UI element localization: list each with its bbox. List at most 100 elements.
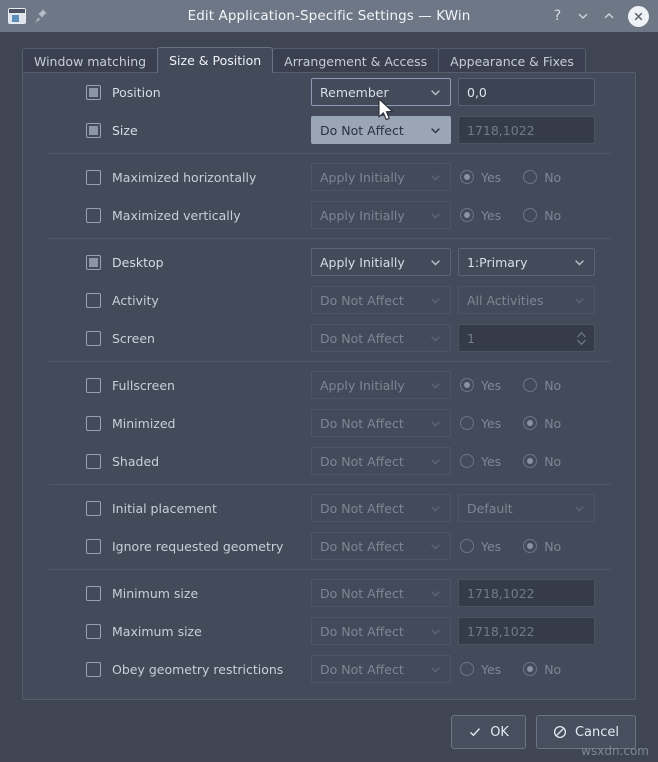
radio-yes-label: Yes (481, 539, 501, 554)
spinbox-arrows-icon[interactable] (575, 330, 588, 347)
rule-policy-combo-value: Apply Initially (320, 378, 429, 393)
rule-policy-combo-value: Do Not Affect (320, 416, 429, 431)
checkbox-activity[interactable] (86, 293, 101, 308)
chevron-down-icon (429, 379, 442, 392)
chevron-down-icon (429, 587, 442, 600)
value-input[interactable]: 1718,1022 (458, 579, 595, 607)
rule-policy-combo[interactable]: Do Not Affect (311, 447, 451, 475)
rule-policy-combo[interactable]: Do Not Affect (311, 116, 451, 144)
radio-yes-label: Yes (481, 416, 501, 431)
radio-yes[interactable]: Yes (460, 662, 501, 677)
checkbox-position[interactable] (86, 85, 101, 100)
value-input[interactable]: 1718,1022 (458, 116, 595, 144)
tab-bar[interactable]: Window matchingSize & PositionArrangemen… (22, 47, 585, 73)
chevron-down-icon (429, 256, 442, 269)
rule-policy-combo[interactable]: Do Not Affect (311, 579, 451, 607)
checkbox-obey-geometry-restrictions[interactable] (86, 662, 101, 677)
chevron-down-icon (429, 455, 442, 468)
checkbox-maximized-horizontally[interactable] (86, 170, 101, 185)
radio-no-indicator (523, 539, 537, 553)
block-icon (553, 725, 567, 739)
tab-window-matching[interactable]: Window matching (22, 48, 158, 73)
setting-row: Obey geometry restrictions Do Not Affect Y… (23, 650, 637, 688)
dialog-footer: OK Cancel (0, 712, 658, 752)
value-combo[interactable]: All Activities (458, 286, 595, 314)
rule-policy-combo[interactable]: Do Not Affect (311, 286, 451, 314)
radio-yes-indicator (460, 378, 474, 392)
checkbox-fullscreen[interactable] (86, 378, 101, 393)
value-combo[interactable]: Default (458, 494, 595, 522)
radio-yes[interactable]: Yes (460, 454, 501, 469)
chevron-down-icon[interactable] (576, 9, 591, 23)
setting-row-label: Position (112, 85, 161, 100)
value-spinbox[interactable]: 1 (458, 324, 595, 352)
rule-policy-combo[interactable]: Do Not Affect (311, 617, 451, 645)
tab-appearance-fixes[interactable]: Appearance & Fixes (438, 48, 586, 73)
rule-policy-combo[interactable]: Apply Initially (311, 163, 451, 191)
pin-icon[interactable] (34, 8, 48, 24)
radio-no[interactable]: No (523, 539, 561, 554)
tab-size-position[interactable]: Size & Position (157, 47, 273, 73)
rule-policy-combo[interactable]: Do Not Affect (311, 494, 451, 522)
radio-yes[interactable]: Yes (460, 170, 501, 185)
checkbox-initial-placement[interactable] (86, 501, 101, 516)
rule-policy-combo[interactable]: Do Not Affect (311, 655, 451, 683)
ok-button[interactable]: OK (451, 715, 526, 749)
rule-policy-combo[interactable]: Remember (311, 78, 451, 106)
setting-row: Ignore requested geometryDo Not AffectYe… (23, 527, 637, 565)
checkbox-minimum-size[interactable] (86, 586, 101, 601)
checkbox-shaded[interactable] (86, 454, 101, 469)
radio-no[interactable]: No (523, 378, 561, 393)
checkbox-screen[interactable] (86, 331, 101, 346)
rule-policy-combo[interactable]: Apply Initially (311, 248, 451, 276)
setting-row-label: Maximized horizontally (112, 170, 256, 185)
radio-yes[interactable]: Yes (460, 208, 501, 223)
radio-no[interactable]: No (523, 662, 561, 677)
setting-row-label: Obey geometry restrictions (112, 662, 283, 677)
help-icon[interactable]: ? (550, 9, 565, 23)
checkbox-desktop[interactable] (86, 255, 101, 270)
value-combo-text: Default (467, 501, 573, 516)
radio-yes[interactable]: Yes (460, 416, 501, 431)
radio-no[interactable]: No (523, 454, 561, 469)
value-combo[interactable]: 1:Primary (458, 248, 595, 276)
radio-no[interactable]: No (523, 208, 561, 223)
close-icon[interactable] (628, 6, 649, 27)
yes-no-radio-group: Yes No (460, 170, 561, 185)
cancel-button-label: Cancel (575, 725, 619, 740)
chevron-down-icon (429, 502, 442, 515)
rule-policy-combo[interactable]: Do Not Affect (311, 532, 451, 560)
chevron-down-icon (429, 209, 442, 222)
tab-arrangement-access[interactable]: Arrangement & Access (272, 48, 439, 73)
rule-policy-combo[interactable]: Apply Initially (311, 371, 451, 399)
value-input[interactable]: 0,0 (458, 78, 595, 106)
radio-yes-indicator (460, 539, 474, 553)
setting-row: MinimizedDo Not AffectYesNo (23, 404, 637, 442)
rule-policy-combo-value: Apply Initially (320, 170, 429, 185)
radio-yes-label: Yes (481, 662, 501, 677)
rule-policy-combo[interactable]: Do Not Affect (311, 409, 451, 437)
title-bar[interactable]: Edit Application-Specific Settings — KWi… (0, 0, 658, 32)
chevron-up-icon[interactable] (602, 9, 617, 23)
setting-row: Maximum size Do Not Affect1718,1022 (23, 612, 637, 650)
setting-row-label: Maximum size (112, 624, 202, 639)
setting-row: Maximized horizontally Apply Initially Yes… (23, 158, 637, 196)
checkbox-minimized[interactable] (86, 416, 101, 431)
yes-no-radio-group: Yes No (460, 378, 561, 393)
setting-row: Position Remember0,0 (23, 73, 637, 111)
value-input[interactable]: 1718,1022 (458, 617, 595, 645)
ok-button-label: OK (490, 725, 509, 740)
radio-no[interactable]: No (523, 416, 561, 431)
checkbox-maximum-size[interactable] (86, 624, 101, 639)
rule-policy-combo[interactable]: Do Not Affect (311, 324, 451, 352)
radio-yes-label: Yes (481, 378, 501, 393)
radio-yes[interactable]: Yes (460, 539, 501, 554)
checkbox-ignore-requested-geometry[interactable] (86, 539, 101, 554)
rule-policy-combo[interactable]: Apply Initially (311, 201, 451, 229)
radio-no[interactable]: No (523, 170, 561, 185)
checkbox-size[interactable] (86, 123, 101, 138)
yes-no-radio-group: Yes No (460, 662, 561, 677)
checkbox-maximized-vertically[interactable] (86, 208, 101, 223)
radio-yes[interactable]: Yes (460, 378, 501, 393)
yes-no-radio-group: Yes No (460, 539, 561, 554)
